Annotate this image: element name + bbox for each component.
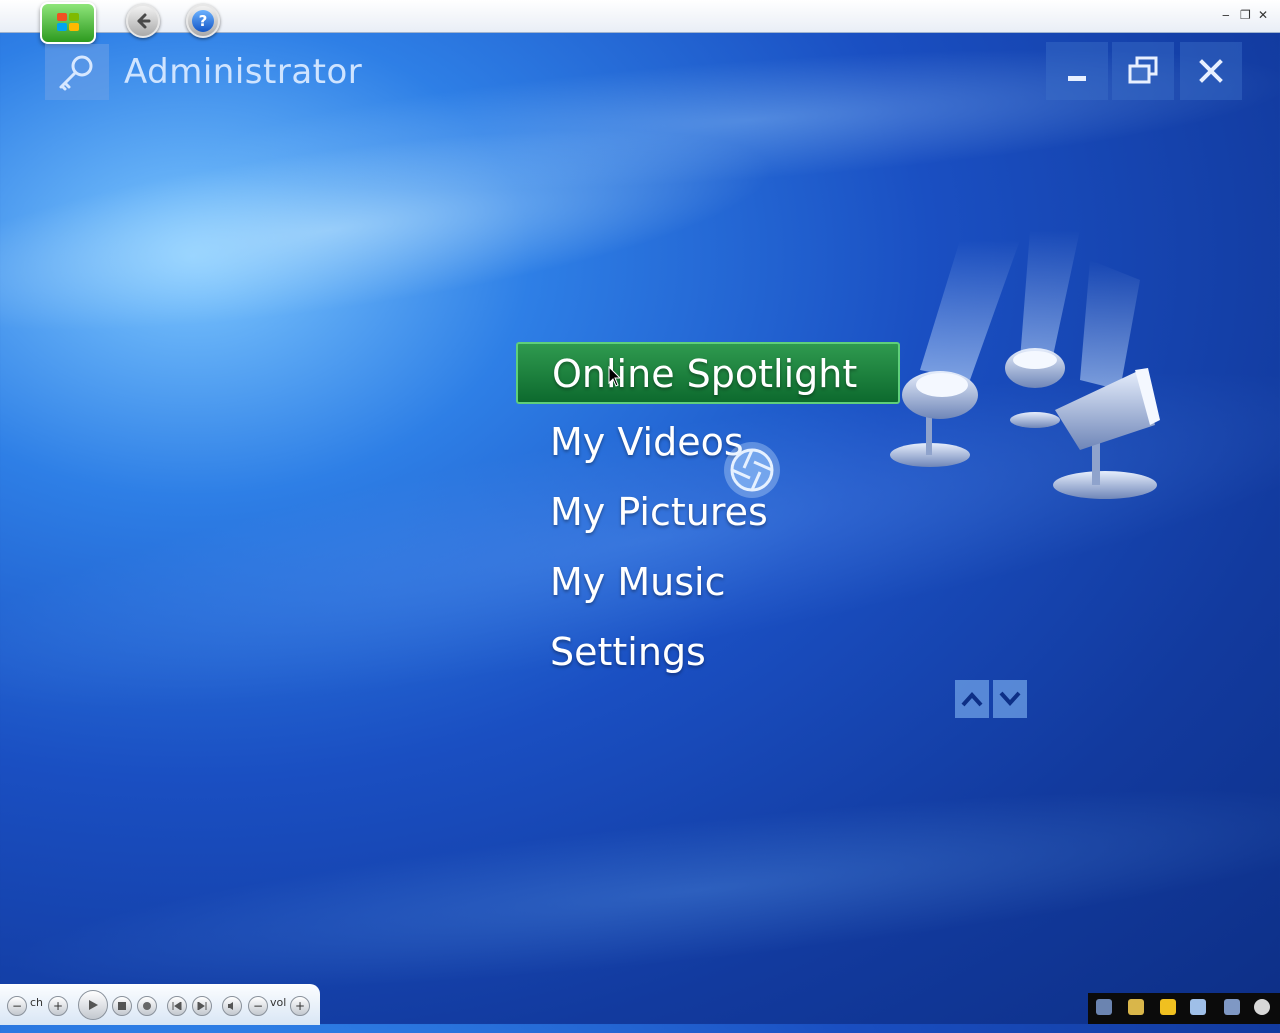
channel-down-button[interactable]: −: [7, 996, 27, 1016]
menu-item-label: Settings: [550, 630, 706, 674]
os-minimize-button[interactable]: ‒: [1222, 8, 1230, 22]
key-icon: [59, 55, 93, 91]
volume-up-button[interactable]: +: [290, 996, 310, 1016]
user-tile: [45, 44, 109, 100]
os-restore-button[interactable]: ❐: [1240, 8, 1251, 22]
tray-monitor-icon[interactable]: [1224, 999, 1240, 1015]
menu-item-label: My Videos: [550, 420, 744, 464]
minimize-button[interactable]: [1046, 42, 1108, 100]
channel-label: ch: [30, 996, 44, 1009]
tray-network-icon[interactable]: [1190, 999, 1206, 1015]
start-button[interactable]: [40, 2, 96, 44]
play-button[interactable]: [78, 990, 108, 1020]
menu-item-my-videos[interactable]: My Videos: [516, 412, 900, 474]
speaker-icon: [228, 1002, 233, 1010]
tray-search-icon[interactable]: [1096, 999, 1112, 1015]
volume-down-button[interactable]: −: [248, 996, 268, 1016]
scroll-down-button[interactable]: [993, 680, 1027, 718]
record-icon: [143, 1002, 151, 1010]
mouse-cursor-icon: [608, 366, 622, 387]
scroll-down-icon: [999, 691, 1021, 706]
restore-button[interactable]: [1112, 42, 1174, 100]
windows-logo-icon: [57, 13, 79, 31]
close-icon: [1199, 59, 1223, 83]
system-tray: [1088, 993, 1280, 1024]
close-button[interactable]: [1180, 42, 1242, 100]
volume-label: vol: [270, 996, 287, 1009]
mute-button[interactable]: [222, 996, 242, 1016]
next-icon: [197, 1002, 207, 1010]
user-name: Administrator: [124, 52, 363, 92]
play-icon: [89, 1000, 98, 1010]
restore-icon: [1128, 56, 1158, 84]
tray-lightning-icon[interactable]: [1160, 999, 1176, 1015]
minimize-icon: [1068, 76, 1086, 81]
channel-up-button[interactable]: +: [48, 996, 68, 1016]
help-button[interactable]: ?: [186, 4, 220, 38]
previous-button[interactable]: [167, 996, 187, 1016]
transport-bar: − ch + − vol +: [0, 984, 320, 1025]
background-streak: [0, 88, 787, 372]
stop-button[interactable]: [112, 996, 132, 1016]
menu-item-settings[interactable]: Settings: [516, 622, 900, 684]
stop-icon: [118, 1002, 126, 1010]
busy-spinner-icon: [724, 442, 780, 498]
menu-item-label: My Music: [550, 560, 726, 604]
spotlight-lamp-icon: [890, 230, 1160, 499]
previous-icon: [172, 1002, 182, 1010]
tray-bell-icon[interactable]: [1128, 999, 1144, 1015]
scroll-up-icon: [961, 692, 983, 707]
menu-item-my-pictures[interactable]: My Pictures: [516, 482, 900, 544]
menu-item-my-music[interactable]: My Music: [516, 552, 900, 614]
os-close-button[interactable]: ✕: [1258, 8, 1268, 22]
next-button[interactable]: [192, 996, 212, 1016]
menu-item-label: Online Spotlight: [552, 352, 858, 396]
tray-clock-icon[interactable]: [1254, 999, 1270, 1015]
scroll-up-button[interactable]: [955, 680, 989, 718]
back-button[interactable]: [126, 4, 160, 38]
record-button[interactable]: [137, 996, 157, 1016]
help-icon: ?: [192, 10, 214, 32]
menu-item-online-spotlight[interactable]: Online Spotlight: [516, 342, 900, 404]
back-arrow-icon: [137, 13, 151, 29]
